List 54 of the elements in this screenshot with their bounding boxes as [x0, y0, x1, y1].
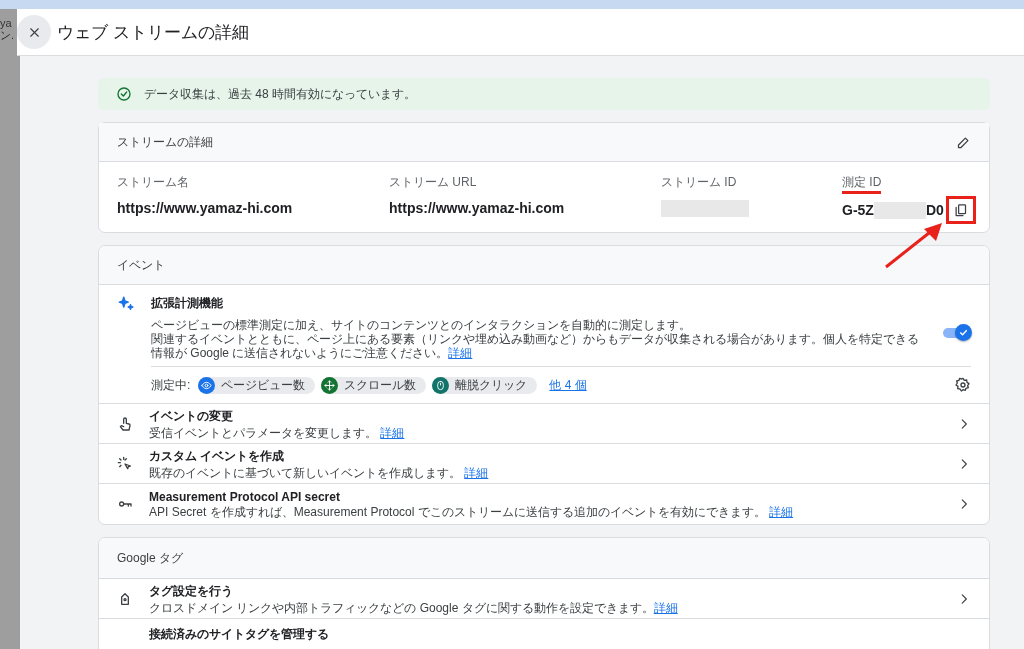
field-label: ストリーム名 — [117, 174, 189, 191]
card-title: Google タグ — [117, 549, 184, 567]
measuring-label: 測定中: — [151, 376, 191, 394]
details-link[interactable]: 詳細 — [464, 465, 489, 480]
copy-icon — [953, 202, 969, 218]
card-title: イベント — [117, 256, 165, 274]
id-start: G-5Z — [842, 202, 874, 218]
background-text: ン. — [0, 29, 16, 41]
row-title: 接続済みのサイトタグを管理する — [149, 626, 330, 643]
measurement-chip: 離脱クリック — [432, 376, 538, 394]
feature-description: 関連するイベントとともに、ページ上にある要素（リンクや埋め込み動画など）からもデータが収集される場合があります。個人を特定できる情報が Google に送信されないようにご注意ください。詳細 — [151, 332, 920, 360]
feature-description: ページビューの標準測定に加え、サイトのコンテンツとのインタラクションを自動的に測定します。 — [151, 318, 692, 332]
sparkle-icon — [117, 295, 135, 313]
details-link[interactable]: 詳細 — [448, 346, 473, 360]
field-label: 測定 ID — [842, 174, 882, 194]
feature-title: 拡張計測機能 — [151, 295, 224, 312]
row-description: 既存のイベントに基づいて新しいイベントを作成します。 詳細 — [149, 465, 490, 480]
copy-button[interactable] — [945, 196, 976, 224]
row-title: カスタム イベントを作成 — [149, 447, 286, 465]
more-link[interactable]: 他 4 個 — [549, 376, 587, 394]
toggle-switch[interactable] — [943, 324, 971, 342]
settings-row[interactable]: 接続済みのサイトタグを管理する — [99, 619, 989, 649]
field-label: ストリーム URL — [389, 174, 477, 191]
id-end: D0 — [925, 202, 944, 218]
details-link[interactable]: 詳細 — [769, 504, 794, 519]
settings-row[interactable]: Measurement Protocol API secret API Secret を作成すれば、Measurement Protocol でこのストリームに送信する追加のイベントを有効にできます。 詳細 — [99, 484, 989, 524]
check-icon — [958, 327, 969, 338]
settings-icon[interactable] — [955, 377, 971, 393]
card-title: ストリームの詳細 — [117, 133, 213, 151]
row-title: イベントの変更 — [149, 407, 234, 425]
mouse-icon — [435, 379, 447, 391]
measurement-chip: スクロール数 — [321, 376, 427, 394]
field-value: https://www.yamaz-hi.com — [389, 200, 565, 216]
row-title: Measurement Protocol API secret — [149, 489, 341, 504]
field-label: ストリーム ID — [661, 174, 737, 191]
row-description: クロスドメイン リンクや内部トラフィックなどの Google タグに関する動作を設定できます。詳細 — [149, 600, 679, 615]
check-circle-icon — [116, 86, 132, 102]
pencil-icon[interactable] — [956, 134, 971, 150]
eye-icon — [201, 379, 213, 391]
dialog-title: ウェブ ストリームの詳細 — [57, 21, 249, 44]
cursor-click-icon — [117, 455, 133, 472]
scroll-arrows-icon — [324, 379, 336, 391]
row-description: API Secret を作成すれば、Measurement Protocol でこのストリームに送信する追加のイベントを有効にできます。 詳細 — [149, 504, 795, 519]
field-value: https://www.yamaz-hi.com — [117, 200, 293, 216]
row-title: タグ設定を行う — [149, 582, 234, 600]
details-link[interactable]: 詳細 — [380, 425, 405, 440]
measurement-chip: ページビュー数 — [198, 376, 316, 394]
settings-row[interactable]: イベントの変更 受信イベントとパラメータを変更します。 詳細 — [99, 404, 989, 444]
banner-text: データ収集は、過去 48 時間有効になっています。 — [144, 85, 416, 103]
settings-row[interactable]: カスタム イベントを作成 既存のイベントに基づいて新しいイベントを作成します。 詳細 — [99, 444, 989, 484]
details-link[interactable]: 詳細 — [653, 600, 678, 615]
background-text: ya — [0, 17, 13, 29]
settings-row[interactable]: タグ設定を行う クロスドメイン リンクや内部トラフィックなどの Google タグに関する動作を設定できます。詳細 — [99, 579, 989, 619]
row-description: 受信イベントとパラメータを変更します。 詳細 — [149, 425, 406, 440]
